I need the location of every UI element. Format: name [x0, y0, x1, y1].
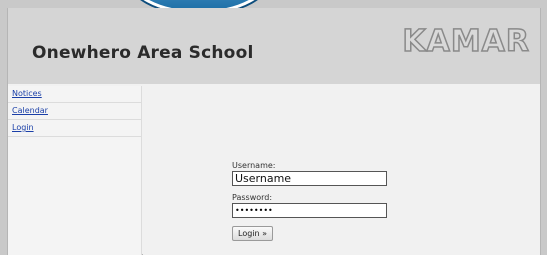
password-input[interactable]: ••••••••	[232, 203, 387, 218]
sidebar-item-login[interactable]: Login	[8, 120, 141, 137]
login-form: Username: Username Password: •••••••• Lo…	[232, 161, 387, 241]
school-name: Onewhero Area School	[32, 43, 254, 63]
username-label: Username:	[232, 161, 276, 170]
page-header: Onewhero Area School KAMAR	[8, 8, 540, 84]
sidebar-item-calendar[interactable]: Calendar	[8, 103, 141, 120]
login-button[interactable]: Login »	[232, 226, 274, 241]
main-content: Username: Username Password: •••••••• Lo…	[143, 86, 540, 255]
kamar-logo: KAMAR	[402, 23, 530, 60]
password-label: Password:	[232, 193, 273, 202]
sidebar-item-notices[interactable]: Notices	[8, 86, 141, 103]
username-input[interactable]: Username	[232, 171, 387, 186]
sidebar: Notices Calendar Login	[8, 86, 142, 255]
